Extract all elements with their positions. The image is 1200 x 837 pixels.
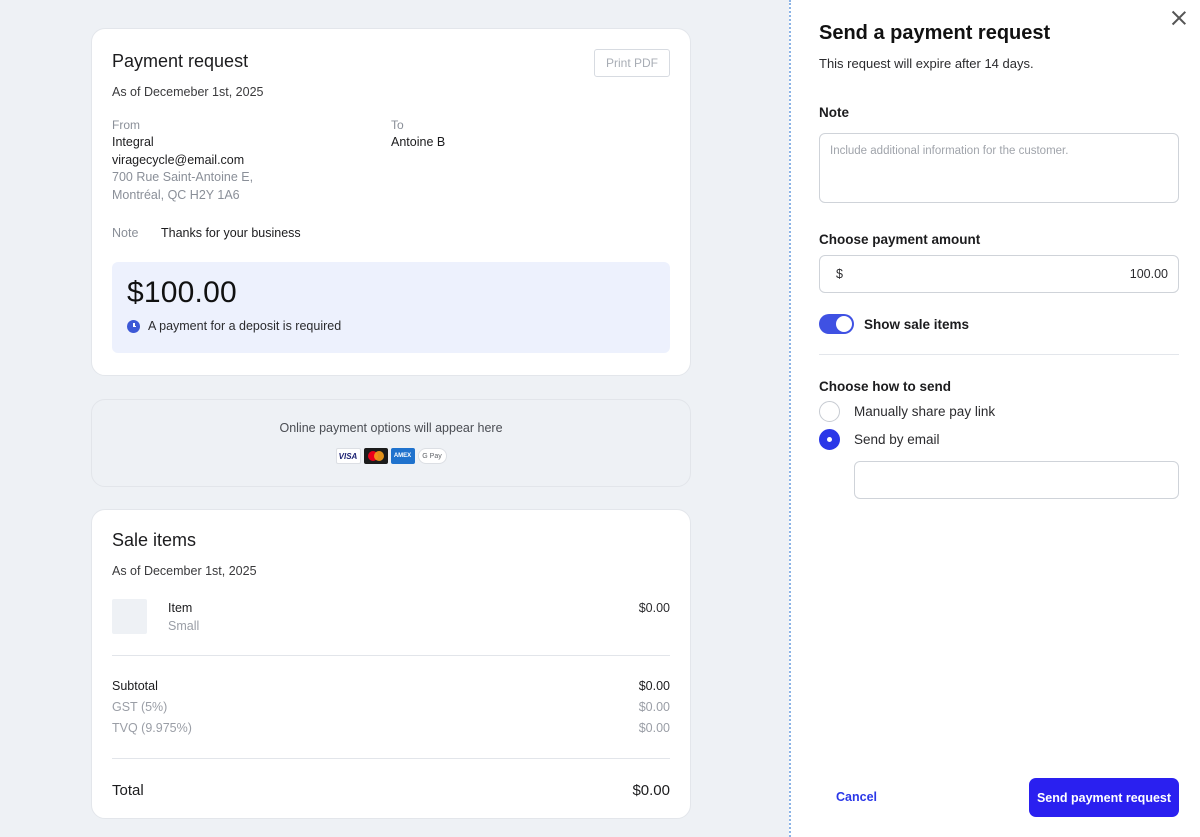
panel-title: Send a payment request — [819, 22, 1051, 44]
divider — [112, 655, 670, 656]
share-link-radio[interactable] — [819, 400, 840, 422]
show-sale-items-label: Show sale items — [864, 316, 970, 332]
payment-request-date: As of Decemeber 1st, 2025 — [112, 85, 264, 99]
from-email: viragecycle@email.com — [112, 152, 245, 167]
item-name: Item — [168, 601, 193, 615]
amount-input[interactable]: $ 100.00 — [819, 255, 1179, 293]
amount-box: $100.00 A payment for a deposit is requi… — [112, 262, 670, 353]
tvq-row: TVQ (9.975%) $0.00 — [112, 718, 670, 739]
online-payment-card: Online payment options will appear here … — [91, 399, 691, 487]
note-field-label: Note — [819, 105, 849, 120]
item-thumbnail — [112, 599, 147, 634]
summary-block: Subtotal $0.00 GST (5%) $0.00 TVQ (9.975… — [112, 676, 670, 739]
gst-label: GST (5%) — [112, 700, 168, 714]
sale-items-title: Sale items — [112, 530, 197, 550]
gst-row: GST (5%) $0.00 — [112, 697, 670, 718]
gst-value: $0.00 — [638, 700, 670, 714]
total-value: $0.00 — [632, 782, 670, 799]
from-name: Integral — [112, 135, 154, 149]
deposit-notice: A payment for a deposit is required — [127, 319, 655, 333]
clock-icon — [127, 319, 140, 333]
tvq-label: TVQ (9.975%) — [112, 721, 192, 735]
note-row: Note Thanks for your business — [112, 226, 670, 240]
subtotal-label: Subtotal — [112, 679, 158, 693]
from-label: From — [112, 118, 140, 132]
total-row: Total $0.00 — [112, 782, 670, 799]
amex-icon: AMEX — [390, 448, 415, 464]
divider — [112, 758, 670, 759]
visa-icon: VISA — [335, 448, 361, 464]
subtotal-value: $0.00 — [638, 679, 670, 693]
amount-total: $100.00 — [127, 276, 237, 309]
send-email-label: Send by email — [854, 431, 940, 447]
show-sale-items-row: Show sale items — [819, 314, 1179, 334]
from-address-line-2: Montréal, QC H2Y 1A6 — [112, 187, 240, 202]
online-payment-text: Online payment options will appear here — [279, 421, 503, 435]
sale-items-card: Sale items As of December 1st, 2025 Item… — [91, 509, 691, 819]
to-block: To Antoine B — [391, 118, 670, 204]
deposit-text: A payment for a deposit is required — [148, 319, 342, 333]
panel-subtitle: This request will expire after 14 days. — [819, 56, 1034, 71]
amount-field-label: Choose payment amount — [819, 232, 981, 247]
currency-symbol: $ — [836, 267, 843, 281]
sale-items-date: As of December 1st, 2025 — [112, 564, 257, 578]
item-variant: Small — [168, 619, 200, 633]
email-input[interactable] — [854, 461, 1179, 499]
to-name: Antoine B — [391, 135, 446, 149]
print-pdf-button[interactable]: Print PDF — [594, 49, 670, 77]
send-payment-request-button[interactable]: Send payment request — [1029, 778, 1179, 817]
from-address-line-1: 700 Rue Saint-Antoine E, — [112, 170, 254, 184]
to-label: To — [391, 118, 404, 132]
payment-methods: VISA AMEX G Pay — [92, 448, 690, 464]
item-price: $0.00 — [638, 601, 670, 615]
tvq-value: $0.00 — [638, 721, 670, 735]
option-send-email[interactable]: Send by email — [819, 428, 1179, 450]
close-icon[interactable] — [1170, 9, 1188, 27]
note-value: Thanks for your business — [161, 226, 301, 240]
option-share-link[interactable]: Manually share pay link — [819, 400, 1179, 422]
cancel-button[interactable]: Cancel — [836, 790, 877, 804]
show-sale-items-toggle[interactable] — [819, 314, 854, 334]
divider — [819, 354, 1179, 355]
parties-section: From Integral viragecycle@email.com 700 … — [112, 118, 670, 204]
total-label: Total — [112, 782, 144, 799]
payment-request-title: Payment request — [112, 51, 249, 71]
send-request-panel: Send a payment request This request will… — [789, 0, 1200, 837]
from-block: From Integral viragecycle@email.com 700 … — [112, 118, 391, 204]
note-label: Note — [112, 226, 139, 240]
share-link-label: Manually share pay link — [854, 403, 996, 419]
list-item: Item Small $0.00 — [112, 599, 670, 634]
send-email-radio[interactable] — [819, 428, 840, 450]
payment-request-card: Payment request As of Decemeber 1st, 202… — [91, 28, 691, 376]
note-textarea[interactable] — [819, 133, 1179, 203]
mastercard-icon — [363, 448, 388, 464]
send-method-label: Choose how to send — [819, 379, 952, 394]
google-pay-icon: G Pay — [417, 448, 447, 464]
amount-value: 100.00 — [1129, 267, 1168, 281]
subtotal-row: Subtotal $0.00 — [112, 676, 670, 697]
